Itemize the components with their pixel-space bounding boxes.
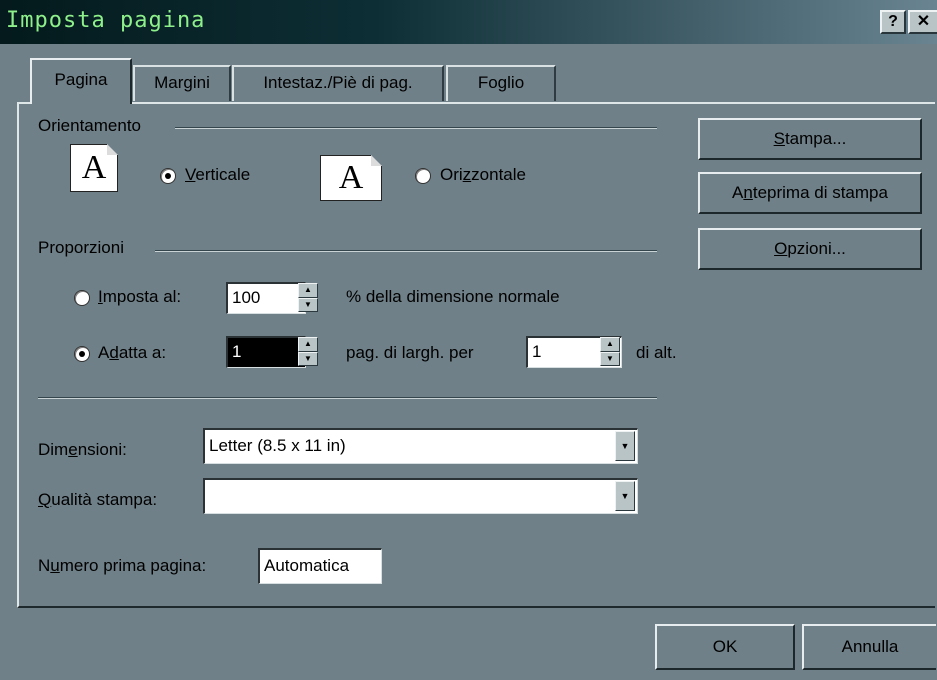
- orientation-separator: [175, 127, 657, 129]
- close-button[interactable]: ✕: [908, 10, 937, 34]
- spin-up-icon[interactable]: ▲: [298, 337, 318, 352]
- first-page-label: Numero prima pagina:: [38, 556, 207, 575]
- print-quality-dropdown[interactable]: ▼: [615, 481, 635, 511]
- tab-pagina[interactable]: Pagina: [30, 58, 132, 104]
- adjust-percent-input[interactable]: 100: [226, 282, 306, 314]
- help-button[interactable]: ?: [880, 10, 906, 34]
- fit-wide-input[interactable]: 1: [226, 336, 306, 368]
- fit-middle-text: pag. di largh. per: [346, 343, 474, 362]
- options-button[interactable]: Opzioni...: [698, 228, 922, 270]
- chevron-down-icon: ▼: [620, 441, 630, 451]
- fit-tall-spinner[interactable]: ▲ ▼: [600, 337, 620, 366]
- adjust-percent-spinner[interactable]: ▲ ▼: [298, 283, 318, 312]
- paper-size-select[interactable]: Letter (8.5 x 11 in): [203, 428, 638, 464]
- portrait-label[interactable]: Verticale: [185, 165, 250, 185]
- cancel-button[interactable]: Annulla: [802, 624, 936, 670]
- spin-down-icon[interactable]: ▼: [298, 351, 318, 366]
- landscape-page-icon: A: [320, 155, 382, 201]
- tab-margini[interactable]: Margini: [133, 65, 231, 101]
- paper-separator: [38, 397, 657, 399]
- landscape-label[interactable]: Orizzontale: [440, 165, 526, 185]
- scaling-separator: [155, 250, 657, 252]
- print-quality-label: Qualità stampa:: [38, 490, 158, 509]
- adjust-suffix: % della dimensione normale: [346, 287, 560, 306]
- fit-suffix: di alt.: [636, 343, 677, 362]
- scaling-group-label: Proporzioni: [38, 238, 130, 258]
- adjust-label[interactable]: Imposta al:: [98, 287, 181, 307]
- print-quality-select[interactable]: [203, 478, 638, 514]
- landscape-radio[interactable]: [415, 168, 431, 184]
- fit-radio[interactable]: [74, 346, 90, 362]
- fit-label[interactable]: Adatta a:: [98, 343, 166, 363]
- first-page-input[interactable]: Automatica: [258, 548, 382, 584]
- orientation-group-label: Orientamento: [38, 116, 147, 136]
- window-title: Imposta pagina: [6, 8, 206, 33]
- ok-button[interactable]: OK: [655, 624, 795, 670]
- fit-wide-spinner[interactable]: ▲ ▼: [298, 337, 318, 366]
- spin-down-icon[interactable]: ▼: [600, 351, 620, 366]
- chevron-down-icon: ▼: [620, 491, 630, 501]
- portrait-page-icon: A: [70, 144, 118, 192]
- print-preview-button[interactable]: Anteprima di stampa: [698, 172, 922, 214]
- portrait-radio[interactable]: [160, 168, 176, 184]
- print-button[interactable]: Stampa...: [698, 118, 922, 160]
- paper-size-dropdown[interactable]: ▼: [615, 431, 635, 461]
- spin-up-icon[interactable]: ▲: [298, 283, 318, 298]
- spin-up-icon[interactable]: ▲: [600, 337, 620, 352]
- tab-intestazione[interactable]: Intestaz./Piè di pag.: [232, 65, 444, 101]
- tab-foglio[interactable]: Foglio: [446, 65, 556, 101]
- adjust-radio[interactable]: [74, 290, 90, 306]
- spin-down-icon[interactable]: ▼: [298, 297, 318, 312]
- paper-size-label: Dimensioni:: [38, 440, 127, 459]
- close-icon: ✕: [916, 13, 931, 30]
